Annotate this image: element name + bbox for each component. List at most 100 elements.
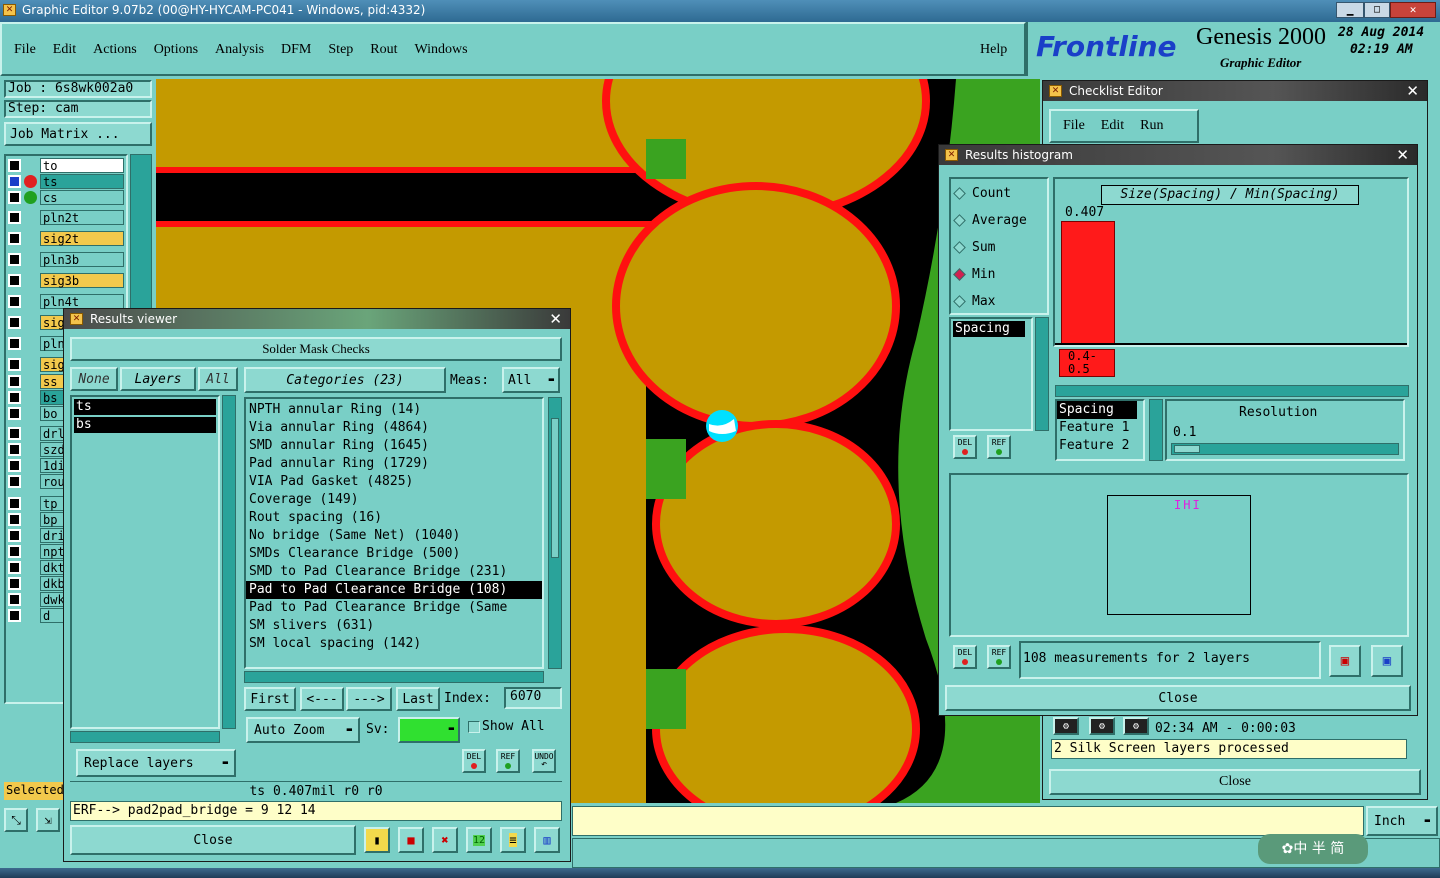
histogram-titlebar[interactable]: ✕ Results histogram ✕ (939, 145, 1417, 165)
category-item[interactable]: NPTH annular Ring (14) (246, 401, 542, 419)
histogram-close-icon[interactable]: ✕ (1396, 146, 1409, 164)
toolbar-btn-6[interactable]: ▥ (534, 827, 560, 853)
layer-checkbox[interactable] (8, 459, 21, 472)
index-input[interactable]: 6070 (504, 687, 562, 709)
checklist-menu-run[interactable]: Run (1140, 118, 1163, 134)
minimize-button[interactable]: ▁ (1336, 2, 1364, 18)
menu-item-rout[interactable]: Rout (370, 42, 397, 58)
del-button[interactable]: DEL (462, 749, 486, 773)
hist-ref-button-1[interactable]: REF (987, 435, 1011, 459)
first-button[interactable]: First (244, 687, 296, 711)
results-layer-item[interactable]: ts (74, 399, 216, 415)
results-layer-hscroll[interactable] (70, 731, 220, 743)
hist-del-button-1[interactable]: DEL (953, 435, 977, 459)
zoom-fit-button[interactable]: ⤡ (4, 808, 28, 832)
category-item[interactable]: Via annular Ring (4864) (246, 419, 542, 437)
layer-checkbox[interactable] (8, 358, 21, 371)
layer-checkbox[interactable] (8, 609, 21, 622)
mode-radio-count[interactable]: Count (953, 183, 1011, 203)
unit-dropdown[interactable]: Inch ▬ (1366, 806, 1438, 836)
hist-tool-1[interactable]: ▣ (1329, 645, 1361, 677)
mode-radio-average[interactable]: Average (953, 210, 1027, 230)
sv-color-dropdown[interactable]: ▬ (398, 717, 460, 743)
layer-checkbox[interactable] (8, 232, 21, 245)
layer-row[interactable]: sig2t (6, 231, 124, 246)
field-vscroll[interactable] (1149, 399, 1163, 461)
toolbar-btn-1[interactable]: ▮ (364, 827, 390, 853)
layer-checkbox[interactable] (8, 497, 21, 510)
menu-item-file[interactable]: File (14, 42, 36, 58)
toolbar-btn-5[interactable]: ≡ (500, 827, 526, 853)
categories-hscroll[interactable] (244, 671, 544, 683)
results-viewer-close-icon[interactable]: ✕ (549, 310, 562, 328)
category-item[interactable]: Pad to Pad Clearance Bridge (Same (246, 599, 542, 617)
field-item[interactable]: Spacing (1057, 401, 1137, 419)
menu-item-windows[interactable]: Windows (415, 42, 468, 58)
meas-dropdown[interactable]: All ▬ (502, 367, 560, 393)
menu-item-actions[interactable]: Actions (93, 42, 137, 58)
layer-row[interactable]: sig3b (6, 273, 124, 288)
checklist-close-icon[interactable]: ✕ (1406, 82, 1419, 100)
layer-row[interactable]: ts (6, 174, 124, 189)
layer-checkbox[interactable] (8, 443, 21, 456)
field-item[interactable]: Feature 1 (1057, 419, 1143, 437)
menu-item-options[interactable]: Options (154, 42, 198, 58)
auto-zoom-dropdown[interactable]: Auto Zoom ▬ (246, 717, 360, 743)
mode-radio-max[interactable]: Max (953, 291, 995, 311)
mode-radio-min[interactable]: Min (953, 264, 995, 284)
category-item[interactable]: No bridge (Same Net) (1040) (246, 527, 542, 545)
category-item[interactable]: Pad annular Ring (1729) (246, 455, 542, 473)
layer-checkbox[interactable] (8, 407, 21, 420)
prev-button[interactable]: <--- (300, 687, 344, 711)
layer-checkbox[interactable] (8, 316, 21, 329)
ref-button[interactable]: REF (496, 749, 520, 773)
resolution-slider[interactable] (1171, 443, 1399, 455)
layer-checkbox[interactable] (8, 175, 21, 188)
layer-checkbox[interactable] (8, 274, 21, 287)
job-matrix-button[interactable]: Job Matrix ... (4, 122, 152, 146)
categories-vscroll[interactable] (548, 397, 562, 669)
layer-row[interactable]: cs (6, 190, 124, 205)
checklist-menu-file[interactable]: File (1063, 118, 1085, 134)
toolbar-btn-2[interactable]: ■ (398, 827, 424, 853)
menu-item-dfm[interactable]: DFM (281, 42, 311, 58)
layer-checkbox[interactable] (8, 561, 21, 574)
layer-checkbox[interactable] (8, 529, 21, 542)
layer-row[interactable]: pln3b (6, 252, 124, 267)
category-item[interactable]: Rout spacing (16) (246, 509, 542, 527)
layer-checkbox[interactable] (8, 427, 21, 440)
checklist-titlebar[interactable]: ✕ Checklist Editor ✕ (1043, 81, 1427, 101)
show-all-checkbox[interactable] (468, 721, 480, 733)
layer-checkbox[interactable] (8, 211, 21, 224)
zoom-area-button[interactable]: ⇲ (36, 808, 60, 832)
layer-checkbox[interactable] (8, 593, 21, 606)
layer-checkbox[interactable] (8, 253, 21, 266)
results-close-button[interactable]: Close (70, 825, 356, 855)
categories-button[interactable]: Categories (23) (244, 367, 446, 393)
all-layers-button[interactable]: All (198, 367, 238, 391)
menu-item-edit[interactable]: Edit (53, 42, 76, 58)
results-layer-item[interactable]: bs (74, 417, 216, 433)
category-item[interactable]: SMD annular Ring (1645) (246, 437, 542, 455)
checklist-menu-edit[interactable]: Edit (1101, 118, 1124, 134)
ime-indicator[interactable]: ✿中 半 简 (1258, 834, 1368, 864)
replace-layers-dropdown[interactable]: Replace layers ▬ (76, 749, 236, 777)
maximize-button[interactable]: □ (1364, 2, 1390, 18)
category-item[interactable]: SMD to Pad Clearance Bridge (231) (246, 563, 542, 581)
menu-item-analysis[interactable]: Analysis (215, 42, 264, 58)
results-viewer-titlebar[interactable]: ✕ Results viewer ✕ (64, 309, 570, 329)
checklist-close-button[interactable]: Close (1049, 769, 1421, 795)
category-item[interactable]: SM slivers (631) (246, 617, 542, 635)
category-item[interactable]: Coverage (149) (246, 491, 542, 509)
next-button[interactable]: ---> (346, 687, 392, 711)
layer-checkbox[interactable] (8, 391, 21, 404)
last-button[interactable]: Last (396, 687, 440, 711)
checklist-tool-3[interactable]: ⚙ (1123, 717, 1149, 735)
layer-checkbox[interactable] (8, 513, 21, 526)
hist-ref-button-2[interactable]: REF (987, 645, 1011, 669)
histogram-close-button[interactable]: Close (945, 685, 1411, 711)
layer-row[interactable]: to (6, 158, 124, 173)
checklist-tool-2[interactable]: ⚙ (1089, 717, 1115, 735)
hist-del-button-2[interactable]: DEL (953, 645, 977, 669)
mode-radio-sum[interactable]: Sum (953, 237, 995, 257)
